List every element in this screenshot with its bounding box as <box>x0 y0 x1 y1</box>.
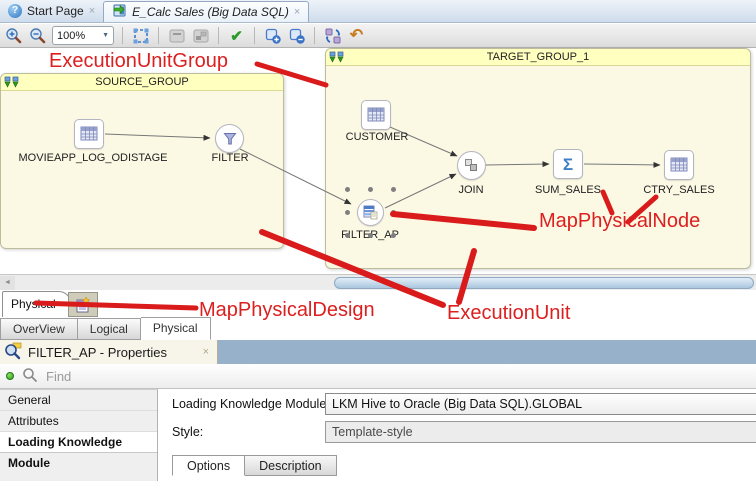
node-filter[interactable] <box>215 124 244 153</box>
style-field-label: Style: <box>172 425 203 439</box>
tab-physical[interactable]: Physical <box>141 317 211 340</box>
nav-item-attributes[interactable]: Attributes <box>0 411 157 432</box>
expand-node-icon-disabled <box>191 26 210 45</box>
close-icon[interactable]: × <box>203 347 209 357</box>
zoom-level-value: 100% <box>57 30 85 42</box>
selection-handle[interactable] <box>345 187 350 192</box>
aggregate-sigma-icon: Σ <box>563 156 573 173</box>
document-tabbar: ? Start Page × E_Calc Sales (Big Data SQ… <box>0 0 756 23</box>
scroll-left-icon[interactable]: ◄ <box>0 276 15 290</box>
horizontal-scrollbar[interactable]: ◄ <box>0 274 756 290</box>
fit-selection-icon[interactable] <box>131 26 150 45</box>
node-label: MOVIEAPP_LOG_ODISTAGE <box>14 152 172 164</box>
node-label: FILTER <box>200 152 260 164</box>
tab-start-page[interactable]: ? Start Page × <box>0 0 103 22</box>
tab-logical[interactable]: Logical <box>78 318 141 340</box>
selection-handle[interactable] <box>391 187 396 192</box>
toolbar-separator <box>218 27 219 44</box>
tab-start-page-label: Start Page <box>27 4 84 18</box>
chevron-down-icon: ▼ <box>102 32 109 39</box>
help-icon: ? <box>8 4 22 18</box>
search-icon <box>22 367 38 386</box>
node-ctry-sales[interactable] <box>664 150 694 180</box>
collapse-node-icon-disabled <box>167 26 186 45</box>
node-sum-sales[interactable]: Σ <box>553 149 583 179</box>
design-tab-row: Physical <box>0 290 756 317</box>
close-icon[interactable]: × <box>89 6 95 16</box>
find-input[interactable] <box>46 369 346 384</box>
synchronize-icon[interactable] <box>323 26 342 45</box>
zoom-in-icon[interactable] <box>4 26 23 45</box>
tab-mapping-label: E_Calc Sales (Big Data SQL) <box>132 5 289 19</box>
node-label: SUM_SALES <box>528 184 608 196</box>
tab-overview[interactable]: OverView <box>0 318 78 340</box>
validate-check-icon[interactable]: ✔ <box>227 26 246 45</box>
group-arrows-icon <box>329 51 345 69</box>
node-label: CTRY_SALES <box>639 184 719 196</box>
group-arrows-icon <box>4 76 20 94</box>
target-group-title: TARGET_GROUP_1 <box>487 51 590 63</box>
source-group-title: SOURCE_GROUP <box>95 76 189 88</box>
node-label: CUSTOMER <box>337 131 417 143</box>
odi-studio-window: ? Start Page × E_Calc Sales (Big Data SQ… <box>0 0 756 481</box>
new-design-icon <box>74 296 92 314</box>
target-group-header[interactable]: TARGET_GROUP_1 <box>326 49 750 66</box>
undo-icon[interactable]: ↶ <box>347 26 366 45</box>
toolbar-separator <box>254 27 255 44</box>
node-label: JOIN <box>441 184 501 196</box>
properties-nav: General Attributes Loading Knowledge Mod… <box>0 389 158 481</box>
expand-all-icon[interactable] <box>263 26 282 45</box>
mapping-icon <box>112 3 127 21</box>
close-icon[interactable]: × <box>294 7 300 17</box>
zoom-out-icon[interactable] <box>28 26 47 45</box>
properties-tab-title: FILTER_AP - Properties <box>28 345 167 360</box>
view-tabs: OverView Logical Physical <box>0 317 756 340</box>
selection-handle[interactable] <box>391 210 396 215</box>
node-filter-ap[interactable] <box>357 199 384 226</box>
diagram-toolbar: 100% ▼ ✔ ↶ <box>0 24 756 48</box>
nav-item-loading-knowledge-module[interactable]: Loading Knowledge Module <box>0 432 157 453</box>
lkm-subtabs: Options Description <box>172 455 337 476</box>
datastore-table-icon <box>367 107 385 123</box>
toolbar-separator <box>314 27 315 44</box>
nav-item-general[interactable]: General <box>0 390 157 411</box>
lkm-field-label: Loading Knowledge Module: <box>172 397 330 411</box>
selection-handle[interactable] <box>368 233 373 238</box>
status-dot-icon <box>6 372 14 380</box>
properties-inspector-icon <box>4 342 22 363</box>
node-customer[interactable] <box>361 100 391 130</box>
filter-funnel-icon <box>222 131 238 147</box>
tab-mapping[interactable]: E_Calc Sales (Big Data SQL) × <box>103 1 309 22</box>
selection-handle[interactable] <box>345 233 350 238</box>
new-design-button[interactable] <box>68 292 98 317</box>
datastore-table-icon <box>670 157 688 173</box>
join-icon <box>464 158 479 173</box>
access-point-icon <box>363 205 378 220</box>
node-join[interactable] <box>457 151 486 180</box>
scrollbar-thumb[interactable] <box>334 277 754 289</box>
find-bar <box>0 364 756 389</box>
selection-handle[interactable] <box>345 210 350 215</box>
properties-panel: General Attributes Loading Knowledge Mod… <box>0 389 756 481</box>
datastore-table-icon <box>80 126 98 142</box>
tab-options[interactable]: Options <box>172 455 245 476</box>
toolbar-separator <box>158 27 159 44</box>
node-movieapp-log-odistage[interactable] <box>74 119 104 149</box>
properties-tab-strip: FILTER_AP - Properties × <box>0 340 756 364</box>
collapse-all-icon[interactable] <box>287 26 306 45</box>
tab-description[interactable]: Description <box>245 455 337 476</box>
source-group-header[interactable]: SOURCE_GROUP <box>1 74 283 91</box>
selection-handle[interactable] <box>391 233 396 238</box>
zoom-level-combo[interactable]: 100% ▼ <box>52 26 114 45</box>
lkm-select[interactable]: LKM Hive to Oracle (Big Data SQL).GLOBAL <box>325 393 756 415</box>
tab-physical-design[interactable]: Physical <box>2 291 71 317</box>
selection-handle[interactable] <box>368 187 373 192</box>
tab-filter-ap-properties[interactable]: FILTER_AP - Properties × <box>0 340 218 364</box>
style-field: Template-style <box>325 421 756 443</box>
toolbar-separator <box>122 27 123 44</box>
